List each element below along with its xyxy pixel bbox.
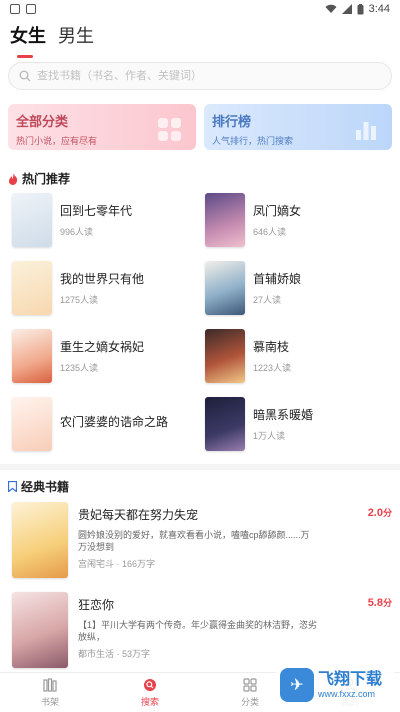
nav-bookshelf[interactable]: 书架: [0, 673, 100, 712]
book-cover: [12, 397, 52, 451]
book-meta: 都市生活 · 53万字: [78, 649, 151, 659]
classic-books-list: 贵妃每天都在努力失宠 圆妗娘没别的爱好，就喜欢看看小说，嗑嗑cp舔舔颜.....…: [12, 502, 392, 682]
book-cover: [12, 329, 52, 383]
classic-section-header: 经典书籍: [8, 478, 69, 495]
hot-book-item[interactable]: 农门婆婆的诰命之路: [12, 396, 205, 452]
clock: 3:44: [368, 3, 390, 15]
book-cover: [205, 329, 245, 383]
book-cover: [12, 502, 68, 578]
notification-icon: [10, 4, 20, 14]
battery-icon: [357, 3, 364, 14]
watermark-logo-icon: ✈: [280, 668, 314, 702]
book-name: 首辅娇娘: [253, 272, 302, 286]
book-reads: 1万人读: [253, 431, 286, 441]
hot-book-item[interactable]: 我的世界只有他 1275人读: [12, 260, 205, 316]
nav-label: 书架: [40, 696, 59, 707]
book-cover: [12, 193, 52, 247]
hot-book-item[interactable]: 慕南枝 1223人读: [205, 328, 392, 384]
app-notification-icon: [26, 4, 36, 14]
search-icon: [144, 678, 156, 691]
book-name: 回到七零年代: [60, 204, 133, 218]
book-name: 我的世界只有他: [60, 272, 145, 286]
gender-tabs: 女生 男生: [10, 22, 94, 58]
book-name: 重生之嫡女祸妃: [60, 340, 145, 354]
book-title: 贵妃每天都在努力失宠: [78, 508, 199, 522]
section-divider: [0, 464, 400, 470]
hot-book-item[interactable]: 回到七零年代 996人读: [12, 192, 205, 248]
book-meta: 宫闱宅斗 · 166万字: [78, 559, 156, 569]
nav-search[interactable]: 搜索: [100, 673, 200, 712]
status-right: 3:44: [325, 3, 390, 15]
book-cover: [205, 261, 245, 315]
book-score: 2.0分: [367, 507, 392, 519]
status-bar: 3:44: [0, 0, 400, 18]
book-cover: [205, 193, 245, 247]
all-categories-card[interactable]: 全部分类 热门小说，应有尽有: [8, 104, 196, 150]
book-name: 凤门嫡女: [253, 204, 302, 218]
category-cards: 全部分类 热门小说，应有尽有 排行榜 人气排行，热门搜索: [8, 104, 392, 150]
nav-label: 分类: [240, 696, 259, 707]
nav-label: 搜索: [140, 696, 159, 707]
grid-icon: [243, 677, 257, 692]
ranking-card[interactable]: 排行榜 人气排行，热门搜索: [204, 104, 392, 150]
book-description: 圆妗娘没别的爱好，就喜欢看看小说，嗑嗑cp舔舔颜......万万没想到: [78, 530, 310, 552]
book-title: 狂恋你: [78, 598, 115, 612]
book-cover: [12, 592, 68, 668]
hot-section-header: 热门推荐: [8, 170, 70, 187]
watermark: ✈ 飞翔下载 www.fxxz.com: [276, 662, 394, 708]
hot-section-title: 热门推荐: [22, 172, 71, 186]
hot-book-item[interactable]: 凤门嫡女 646人读: [205, 192, 392, 248]
flame-icon: [8, 172, 18, 185]
classic-book-item[interactable]: 贵妃每天都在努力失宠 圆妗娘没别的爱好，就喜欢看看小说，嗑嗑cp舔舔颜.....…: [12, 502, 392, 586]
watermark-brand: 飞翔下载: [318, 671, 383, 688]
search-input[interactable]: [37, 70, 367, 82]
book-reads: 1275人读: [60, 295, 99, 305]
book-reads: 27人读: [253, 295, 282, 305]
hot-books-grid: 回到七零年代 996人读 凤门嫡女 646人读 我的世界只有他 1275人读 首辅娇娘…: [12, 192, 392, 452]
classic-section-title: 经典书籍: [21, 480, 70, 494]
book-score: 5.8分: [367, 597, 392, 609]
bookshelf-icon: [43, 677, 57, 692]
status-left: [10, 4, 36, 14]
tab-male[interactable]: 男生: [58, 22, 94, 54]
book-name: 暗黑系暖婚: [253, 408, 314, 422]
tab-female[interactable]: 女生: [10, 22, 46, 58]
bookmark-icon: [8, 481, 17, 492]
ranking-deco-icon: [356, 122, 376, 140]
book-reads: 1235人读: [60, 363, 99, 373]
book-name: 农门婆婆的诰命之路: [60, 414, 169, 429]
book-reads: 646人读: [253, 227, 287, 237]
search-icon: [19, 70, 31, 82]
book-name: 慕南枝: [253, 340, 290, 354]
category-deco-icon: [158, 118, 182, 142]
book-reads: 1223人读: [253, 363, 292, 373]
wifi-icon: [325, 4, 337, 13]
search-bar[interactable]: [8, 62, 392, 90]
book-description: 【1】平川大学有两个传奇。年少赢得金曲奖的林洁野，恣劣放纵，: [78, 620, 318, 642]
book-cover: [12, 261, 52, 315]
watermark-url: www.fxxz.com: [318, 689, 376, 699]
hot-book-item[interactable]: 暗黑系暖婚 1万人读: [205, 396, 392, 452]
hot-book-item[interactable]: 首辅娇娘 27人读: [205, 260, 392, 316]
hot-book-item[interactable]: 重生之嫡女祸妃 1235人读: [12, 328, 205, 384]
signal-icon: [341, 4, 352, 14]
book-reads: 996人读: [60, 227, 94, 237]
book-cover: [205, 397, 245, 451]
